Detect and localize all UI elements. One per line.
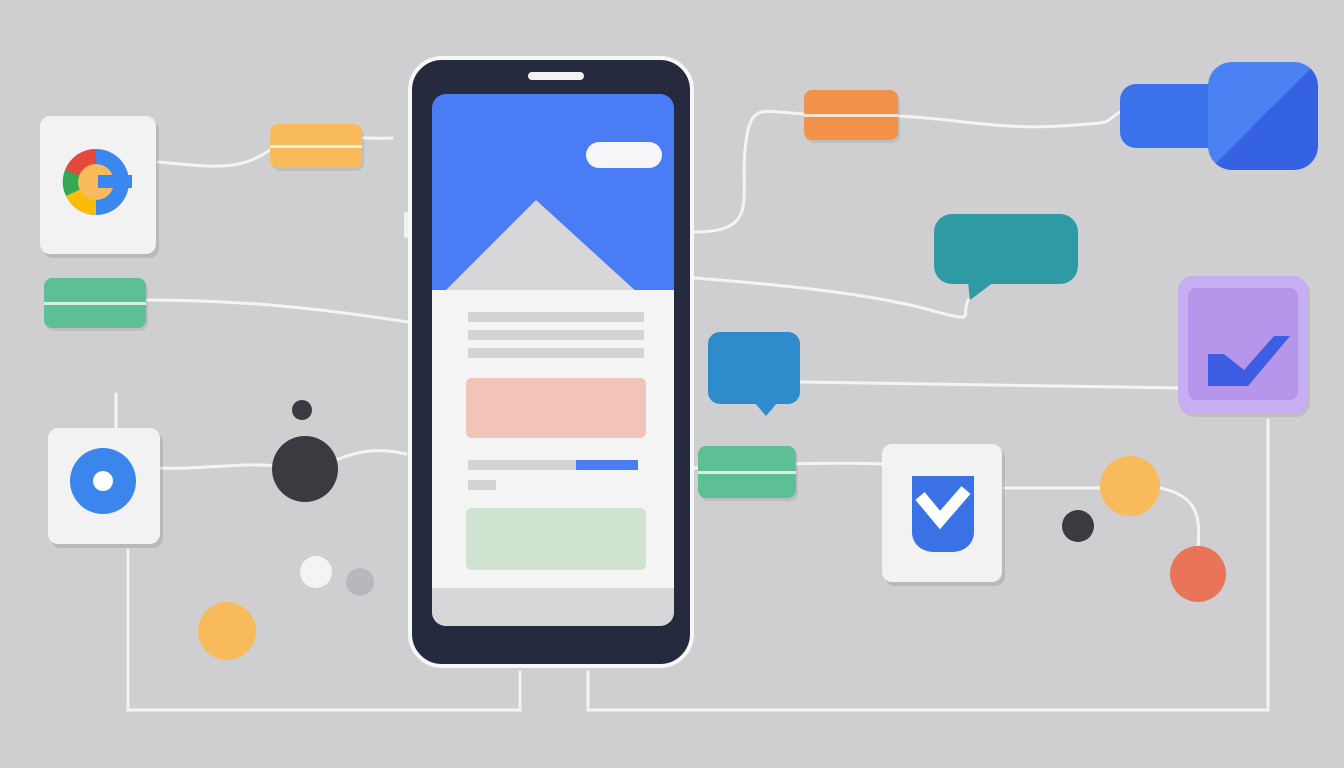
phone-speaker	[528, 72, 584, 80]
yellow-dot-right	[1100, 456, 1160, 516]
content-card	[432, 290, 674, 594]
yellow-pill[interactable]	[270, 124, 362, 168]
text-line	[468, 348, 644, 358]
orange-pill[interactable]	[804, 90, 898, 140]
text-line	[468, 312, 644, 322]
dark-dot-large	[272, 436, 338, 502]
chat-bubble-icon[interactable]	[932, 214, 1080, 304]
red-dot	[1170, 546, 1226, 602]
yellow-dot-left	[198, 602, 256, 660]
bottom-bar	[432, 588, 674, 626]
shield-check-tile[interactable]	[882, 444, 1002, 582]
text-line-short	[468, 480, 496, 490]
google-logo-icon	[62, 148, 132, 216]
dark-dot-small	[292, 400, 312, 420]
location-dot-icon	[70, 448, 136, 514]
chat-bubble-icon[interactable]	[706, 332, 802, 418]
green-pill-right[interactable]	[698, 446, 796, 498]
checkmark-icon	[1208, 336, 1290, 386]
dark-dot-right	[1062, 510, 1094, 542]
blue-toggle-knob[interactable]	[1208, 62, 1318, 170]
white-dot	[300, 556, 332, 588]
progress-fill	[576, 460, 638, 470]
red-block[interactable]	[466, 378, 646, 438]
phone-side-button	[404, 212, 408, 238]
purple-check-tile[interactable]	[1178, 276, 1308, 414]
green-block[interactable]	[466, 508, 646, 570]
text-line	[468, 330, 644, 340]
location-tile[interactable]	[48, 428, 160, 544]
phone	[404, 56, 694, 668]
green-pill-left[interactable]	[44, 278, 146, 328]
google-tile[interactable]	[40, 116, 156, 254]
phone-screen	[432, 94, 674, 626]
gray-dot	[346, 568, 374, 596]
illustration-canvas	[0, 0, 1344, 768]
shield-check-icon	[912, 476, 974, 552]
